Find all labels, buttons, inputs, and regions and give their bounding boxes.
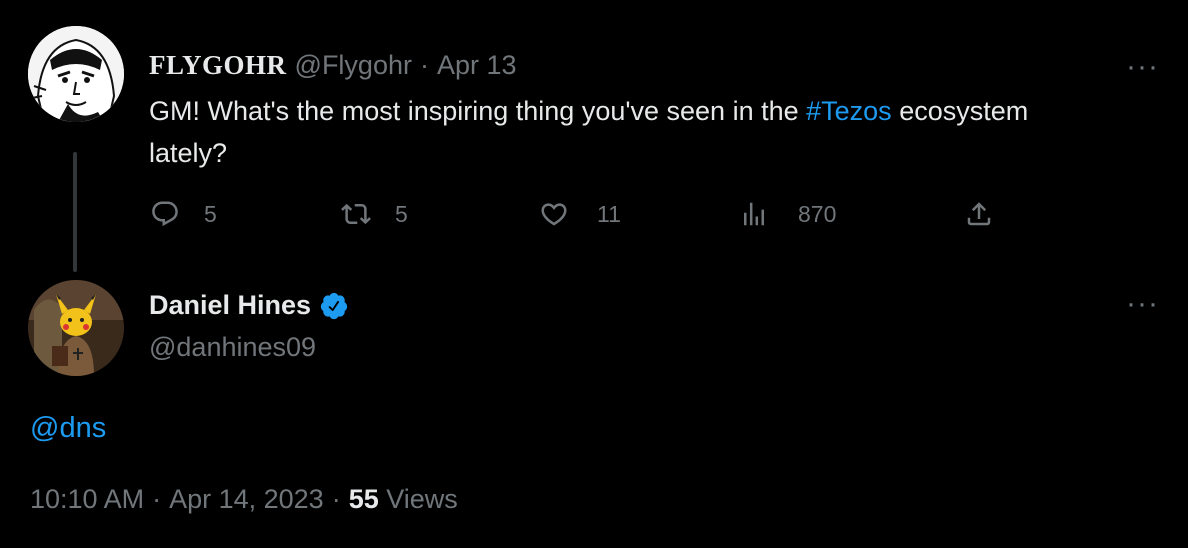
tweet-text-line: lately? [149,138,228,168]
thread-connector-line [73,152,77,272]
like-button[interactable]: 11 [539,199,621,229]
tweet-date[interactable]: Apr 14, 2023 [169,484,324,515]
tweet-text: GM! What's the most inspiring thing you'… [149,90,1169,174]
separator-dot: · [152,484,162,514]
verified-badge-icon[interactable] [319,291,349,321]
avatar[interactable] [28,26,124,122]
tweet-meta: 10:10 AM · Apr 14, 2023 · 55 Views [30,484,458,515]
user-handle[interactable]: @Flygohr [295,50,412,81]
more-options-button[interactable]: ··· [1126,52,1159,82]
heart-icon [541,203,567,226]
reply-count: 5 [204,200,217,227]
hashtag-link[interactable]: #Tezos [806,96,892,126]
share-icon [967,202,991,226]
separator-dot: · [331,484,341,514]
user-handle[interactable]: @danhines09 [149,332,316,363]
tweet-text-part: GM! What's the most inspiring thing you'… [149,96,807,126]
tweet-date[interactable]: Apr 13 [437,50,517,81]
tweet-text-part: ecosystem [891,96,1029,126]
views-count: 55 [348,484,379,514]
mention-link[interactable]: @dns [30,412,106,445]
separator-dot: · [419,50,429,80]
reply-icon [152,201,178,227]
views-label: Views [386,484,458,514]
reply-author: Daniel Hines [149,290,349,321]
more-options-button[interactable]: ··· [1126,289,1159,319]
retweet-button[interactable]: 5 [341,199,408,229]
display-name[interactable]: FLYGOHR [149,50,287,81]
tweet-time[interactable]: 10:10 AM [30,484,144,515]
tweet-header: FLYGOHR @Flygohr · Apr 13 [149,50,517,84]
views-button[interactable]: 870 [739,199,836,229]
views-count: 870 [798,200,837,227]
avatar[interactable] [28,280,124,376]
views-stat[interactable]: 55 Views [349,484,458,515]
reply-button[interactable]: 5 [150,199,217,229]
retweet-count: 5 [395,200,408,227]
retweet-icon [341,203,371,225]
analytics-icon [744,202,764,226]
display-name[interactable]: Daniel Hines [149,290,311,321]
like-count: 11 [597,200,621,227]
share-button[interactable] [964,199,994,229]
